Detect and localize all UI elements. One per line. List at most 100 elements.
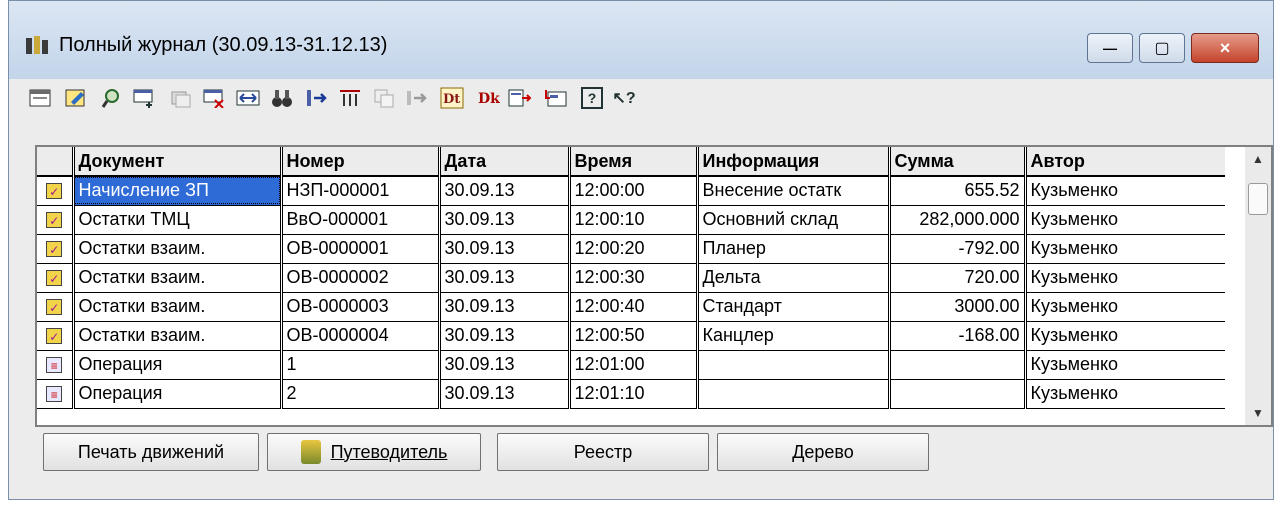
cell-number[interactable]: ОВ-0000002 xyxy=(281,263,441,293)
guide-button[interactable]: Путеводитель xyxy=(267,433,481,471)
cell-author[interactable]: Кузьменко xyxy=(1025,379,1225,409)
table-row[interactable]: ✓ Остатки ТМЦ ВвО-000001 30.09.13 12:00:10 Ос… xyxy=(37,205,1225,235)
cell-author[interactable]: Кузьменко xyxy=(1025,350,1225,380)
copy-doc-icon[interactable] xyxy=(369,83,399,113)
cell-author[interactable]: Кузьменко xyxy=(1025,234,1225,264)
cell-author[interactable]: Кузьменко xyxy=(1025,176,1225,206)
cell-time[interactable]: 12:00:00 xyxy=(569,176,699,206)
cell-sum[interactable]: 3000.00 xyxy=(889,292,1027,322)
col-header-document[interactable]: Документ xyxy=(73,147,283,177)
vertical-scrollbar[interactable]: ▲ ▼ xyxy=(1245,147,1271,425)
cell-author[interactable]: Кузьменко xyxy=(1025,321,1225,351)
register-button[interactable]: Реестр xyxy=(497,433,709,471)
cell-sum[interactable] xyxy=(889,350,1027,380)
export-icon[interactable] xyxy=(505,83,535,113)
cell-date[interactable]: 30.09.13 xyxy=(439,292,571,322)
cell-sum[interactable]: 655.52 xyxy=(889,176,1027,206)
dt-icon[interactable]: Dt xyxy=(437,83,467,113)
cell-document[interactable]: Остатки ТМЦ xyxy=(73,205,283,235)
cell-date[interactable]: 30.09.13 xyxy=(439,263,571,293)
binoculars-icon[interactable] xyxy=(267,83,297,113)
cell-sum[interactable] xyxy=(889,379,1027,409)
col-header-info[interactable]: Информация xyxy=(697,147,891,177)
journal-grid[interactable]: Документ Номер Дата Время Информация Сум… xyxy=(35,145,1273,427)
table-row[interactable]: ≡ Операция 2 30.09.13 12:01:10 Кузьменко xyxy=(37,379,1225,409)
scroll-thumb[interactable] xyxy=(1248,183,1268,215)
cell-time[interactable]: 12:00:50 xyxy=(569,321,699,351)
cell-author[interactable]: Кузьменко xyxy=(1025,263,1225,293)
new-icon[interactable] xyxy=(25,83,55,113)
cell-info[interactable]: Канцлер xyxy=(697,321,891,351)
cell-time[interactable]: 12:00:20 xyxy=(569,234,699,264)
cell-document[interactable]: Остатки взаим. xyxy=(73,234,283,264)
table-row[interactable]: ✓ Остатки взаим. ОВ-0000003 30.09.13 12:00:4… xyxy=(37,292,1225,322)
col-header-date[interactable]: Дата xyxy=(439,147,571,177)
cell-document[interactable]: Операция xyxy=(73,379,283,409)
cell-date[interactable]: 30.09.13 xyxy=(439,321,571,351)
minimize-button[interactable]: — xyxy=(1087,33,1133,63)
cell-info[interactable]: Основний склад xyxy=(697,205,891,235)
cell-time[interactable]: 12:00:30 xyxy=(569,263,699,293)
tree-button[interactable]: Дерево xyxy=(717,433,929,471)
cell-document[interactable]: Начисление ЗП xyxy=(73,176,283,206)
table-row[interactable]: ≡ Операция 1 30.09.13 12:01:00 Кузьменко xyxy=(37,350,1225,380)
arrow-icon[interactable] xyxy=(401,83,431,113)
cell-info[interactable]: Внесение остатк xyxy=(697,176,891,206)
filter-icon[interactable] xyxy=(335,83,365,113)
table-row[interactable]: ✓ Остатки взаим. ОВ-0000001 30.09.13 12:00:2… xyxy=(37,234,1225,264)
cell-number[interactable]: ОВ-0000003 xyxy=(281,292,441,322)
cell-time[interactable]: 12:00:40 xyxy=(569,292,699,322)
cell-number[interactable]: ВвО-000001 xyxy=(281,205,441,235)
scroll-down-icon[interactable]: ▼ xyxy=(1245,401,1271,425)
cell-time[interactable]: 12:00:10 xyxy=(569,205,699,235)
table-row[interactable]: ✓ Остатки взаим. ОВ-0000004 30.09.13 12:00:5… xyxy=(37,321,1225,351)
cell-number[interactable]: ОВ-0000001 xyxy=(281,234,441,264)
cell-document[interactable]: Остатки взаим. xyxy=(73,292,283,322)
cell-document[interactable]: Остатки взаим. xyxy=(73,263,283,293)
col-header-author[interactable]: Автор xyxy=(1025,147,1225,177)
col-header-time[interactable]: Время xyxy=(569,147,699,177)
add-row-icon[interactable] xyxy=(129,83,159,113)
cell-number[interactable]: 1 xyxy=(281,350,441,380)
cell-date[interactable]: 30.09.13 xyxy=(439,205,571,235)
cell-sum[interactable]: 720.00 xyxy=(889,263,1027,293)
cell-info[interactable]: Дельта xyxy=(697,263,891,293)
cell-number[interactable]: 2 xyxy=(281,379,441,409)
cell-number[interactable]: ОВ-0000004 xyxy=(281,321,441,351)
cell-time[interactable]: 12:01:00 xyxy=(569,350,699,380)
cell-document[interactable]: Операция xyxy=(73,350,283,380)
table-row[interactable]: ✓ Начисление ЗП НЗП-000001 30.09.13 12:00:00… xyxy=(37,176,1225,206)
cell-date[interactable]: 30.09.13 xyxy=(439,234,571,264)
print-movements-button[interactable]: Печать движений xyxy=(43,433,259,471)
col-header-number[interactable]: Номер xyxy=(281,147,441,177)
cell-document[interactable]: Остатки взаим. xyxy=(73,321,283,351)
col-header-sum[interactable]: Сумма xyxy=(889,147,1027,177)
cell-sum[interactable]: 282,000.000 xyxy=(889,205,1027,235)
cell-time[interactable]: 12:01:10 xyxy=(569,379,699,409)
cell-author[interactable]: Кузьменко xyxy=(1025,292,1225,322)
delete-icon[interactable] xyxy=(199,83,229,113)
copy-icon[interactable] xyxy=(165,83,195,113)
tree-icon[interactable] xyxy=(541,83,571,113)
width-icon[interactable] xyxy=(233,83,263,113)
help-icon[interactable]: ? xyxy=(577,83,607,113)
cell-date[interactable]: 30.09.13 xyxy=(439,350,571,380)
move-icon[interactable] xyxy=(301,83,331,113)
cell-info[interactable]: Планер xyxy=(697,234,891,264)
scroll-up-icon[interactable]: ▲ xyxy=(1245,147,1271,171)
cell-info[interactable]: Стандарт xyxy=(697,292,891,322)
cell-date[interactable]: 30.09.13 xyxy=(439,176,571,206)
cell-author[interactable]: Кузьменко xyxy=(1025,205,1225,235)
cell-sum[interactable]: -168.00 xyxy=(889,321,1027,351)
cell-info[interactable] xyxy=(697,350,891,380)
cell-sum[interactable]: -792.00 xyxy=(889,234,1027,264)
title-bar[interactable]: Полный журнал (30.09.13-31.12.13) — ▢ × xyxy=(9,1,1273,79)
maximize-button[interactable]: ▢ xyxy=(1139,33,1185,63)
cell-date[interactable]: 30.09.13 xyxy=(439,379,571,409)
table-row[interactable]: ✓ Остатки взаим. ОВ-0000002 30.09.13 12:00:3… xyxy=(37,263,1225,293)
cell-info[interactable] xyxy=(697,379,891,409)
edit-icon[interactable] xyxy=(61,83,91,113)
cell-number[interactable]: НЗП-000001 xyxy=(281,176,441,206)
dk-icon[interactable]: Dk xyxy=(473,83,503,113)
find-icon[interactable] xyxy=(97,83,127,113)
